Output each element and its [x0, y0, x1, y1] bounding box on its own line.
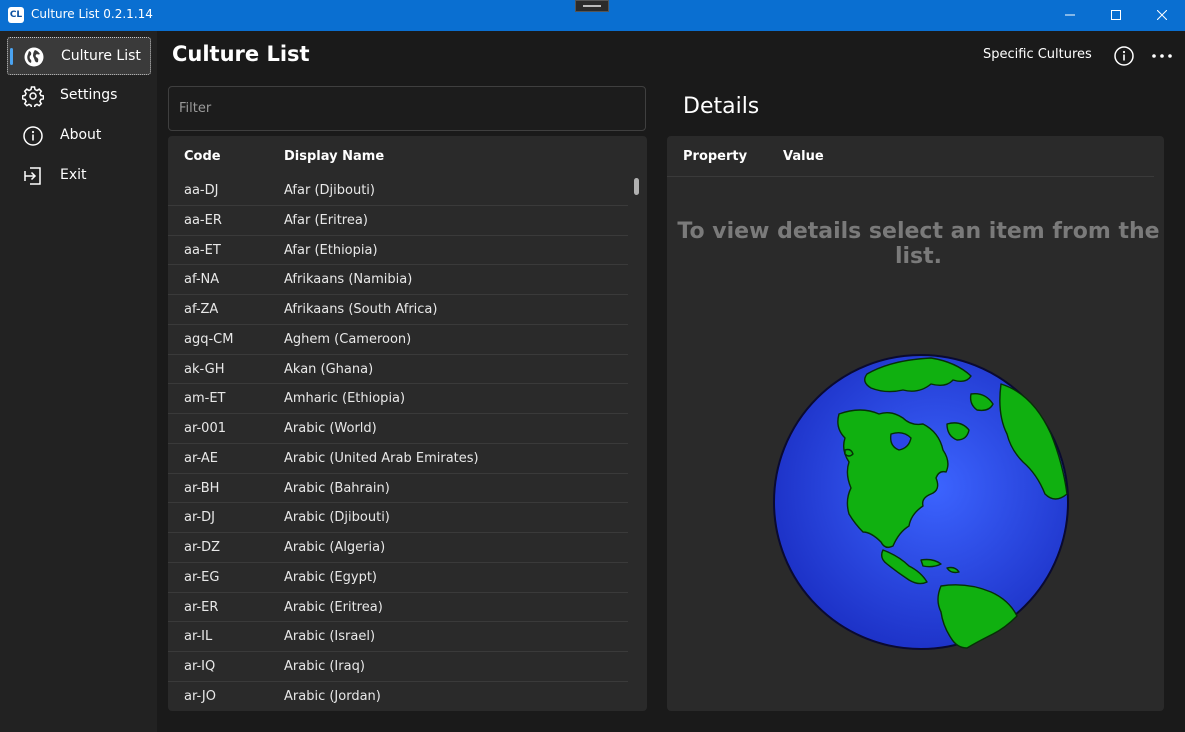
column-header-property[interactable]: Property	[683, 149, 747, 164]
list-header: Code Display Name	[168, 136, 647, 176]
cell-display-name: Arabic (Egypt)	[284, 569, 377, 585]
info-icon[interactable]	[1112, 44, 1136, 68]
cell-display-name: Arabic (Bahrain)	[284, 480, 390, 496]
column-header-display-name[interactable]: Display Name	[284, 149, 384, 164]
cell-code: aa-DJ	[184, 183, 219, 198]
column-header-code[interactable]: Code	[184, 149, 221, 164]
cell-display-name: Arabic (Israel)	[284, 629, 376, 645]
close-icon	[1157, 10, 1167, 20]
title-bar[interactable]: CL Culture List 0.2.1.14	[0, 0, 1185, 31]
cell-code: ar-EG	[184, 569, 220, 585]
cell-display-name: Akan (Ghana)	[284, 361, 374, 377]
cell-code: ar-IQ	[184, 659, 216, 674]
cell-code: ak-GH	[184, 361, 225, 377]
earth-globe-icon	[773, 354, 1069, 650]
cell-display-name: Arabic (Jordan)	[284, 688, 381, 704]
cell-code: ar-ER	[184, 599, 219, 615]
selection-indicator	[10, 48, 13, 65]
cell-display-name: Arabic (Djibouti)	[284, 510, 390, 526]
cell-code: ar-BH	[184, 480, 220, 496]
info-icon	[23, 126, 43, 146]
table-row[interactable]: ar-IQ Arabic (Iraq)	[168, 652, 628, 682]
nav-item-culture-list[interactable]: Culture List	[7, 37, 151, 75]
table-row[interactable]: af-NA Afrikaans (Namibia)	[168, 265, 628, 295]
details-panel: Property Value To view details select an…	[667, 136, 1164, 711]
table-row[interactable]: aa-ET Afar (Ethiopia)	[168, 236, 628, 266]
cell-display-name: Aghem (Cameroon)	[284, 331, 412, 347]
cell-code: ar-001	[184, 421, 226, 436]
nav-label-exit: Exit	[60, 167, 87, 183]
cell-display-name: Amharic (Ethiopia)	[284, 391, 406, 407]
maximize-button[interactable]	[1093, 0, 1139, 31]
column-header-value[interactable]: Value	[783, 149, 824, 164]
navigation-pane: Culture List Settings About Exit	[0, 31, 157, 732]
nav-item-exit[interactable]: Exit	[7, 157, 151, 195]
table-row[interactable]: aa-DJ Afar (Djibouti)	[168, 176, 628, 206]
table-row[interactable]: am-ET Amharic (Ethiopia)	[168, 384, 628, 414]
table-row[interactable]: af-ZA Afrikaans (South Africa)	[168, 295, 628, 325]
maximize-icon	[1111, 10, 1121, 20]
minimize-button[interactable]	[1047, 0, 1093, 31]
table-row[interactable]: agq-CM Aghem (Cameroon)	[168, 325, 628, 355]
app-logo-icon: CL	[8, 7, 24, 23]
cell-display-name: Arabic (Eritrea)	[284, 599, 383, 615]
cell-code: af-ZA	[184, 302, 219, 317]
table-row[interactable]: ar-001 Arabic (World)	[168, 414, 628, 444]
table-row[interactable]: ar-AE Arabic (United Arab Emirates)	[168, 444, 628, 474]
cell-display-name: Arabic (World)	[284, 421, 377, 436]
cell-code: af-NA	[184, 272, 220, 288]
table-row[interactable]: ar-JO Arabic (Jordan)	[168, 682, 628, 711]
list-scrollbar-thumb[interactable]	[634, 178, 639, 195]
table-row[interactable]: ar-ER Arabic (Eritrea)	[168, 593, 628, 623]
filter-input[interactable]	[168, 86, 646, 131]
cell-display-name: Afar (Ethiopia)	[284, 242, 378, 258]
page-title: Culture List	[172, 42, 310, 66]
exit-icon	[24, 167, 41, 185]
gear-icon	[22, 86, 44, 107]
table-row[interactable]: ar-DZ Arabic (Algeria)	[168, 533, 628, 563]
cell-code: ar-DZ	[184, 540, 221, 555]
table-row[interactable]: ar-EG Arabic (Egypt)	[168, 563, 628, 593]
cell-display-name: Arabic (Algeria)	[284, 540, 386, 555]
details-header: Property Value	[667, 136, 1154, 177]
cell-code: am-ET	[184, 391, 226, 407]
table-row[interactable]: ar-IL Arabic (Israel)	[168, 622, 628, 652]
cell-code: aa-ET	[184, 242, 221, 258]
specific-cultures-button[interactable]: Specific Cultures	[983, 47, 1092, 62]
table-row[interactable]: aa-ER Afar (Eritrea)	[168, 206, 628, 236]
globe-icon	[24, 47, 44, 67]
cell-display-name: Afar (Djibouti)	[284, 183, 375, 198]
cell-code: agq-CM	[184, 331, 234, 347]
details-title: Details	[683, 94, 760, 119]
cell-code: aa-ER	[184, 212, 222, 228]
window-title: Culture List 0.2.1.14	[31, 7, 153, 21]
culture-list: Code Display Name aa-DJ Afar (Djibouti) a…	[168, 136, 647, 711]
nav-label-culture-list: Culture List	[61, 48, 141, 64]
nav-item-about[interactable]: About	[7, 117, 151, 155]
table-row[interactable]: ar-DJ Arabic (Djibouti)	[168, 503, 628, 533]
more-options-icon[interactable]	[1150, 44, 1174, 68]
cell-code: ar-IL	[184, 629, 213, 645]
empty-state-message: To view details select an item from the …	[677, 219, 1160, 269]
cell-display-name: Arabic (Iraq)	[284, 659, 365, 674]
list-rows: aa-DJ Afar (Djibouti) aa-ER Afar (Eritrea)…	[168, 176, 628, 711]
cell-code: ar-AE	[184, 450, 218, 466]
close-button[interactable]	[1139, 0, 1185, 31]
nav-label-about: About	[60, 127, 102, 143]
nav-label-settings: Settings	[60, 87, 118, 103]
cell-display-name: Afrikaans (South Africa)	[284, 302, 438, 317]
cell-display-name: Afrikaans (Namibia)	[284, 272, 413, 288]
cell-code: ar-JO	[184, 688, 216, 704]
cell-display-name: Afar (Eritrea)	[284, 212, 368, 228]
cell-code: ar-DJ	[184, 510, 216, 526]
drag-handle[interactable]	[575, 0, 609, 12]
minimize-icon	[1065, 14, 1075, 16]
cell-display-name: Arabic (United Arab Emirates)	[284, 450, 479, 466]
table-row[interactable]: ar-BH Arabic (Bahrain)	[168, 474, 628, 504]
nav-item-settings[interactable]: Settings	[7, 77, 151, 115]
table-row[interactable]: ak-GH Akan (Ghana)	[168, 355, 628, 385]
